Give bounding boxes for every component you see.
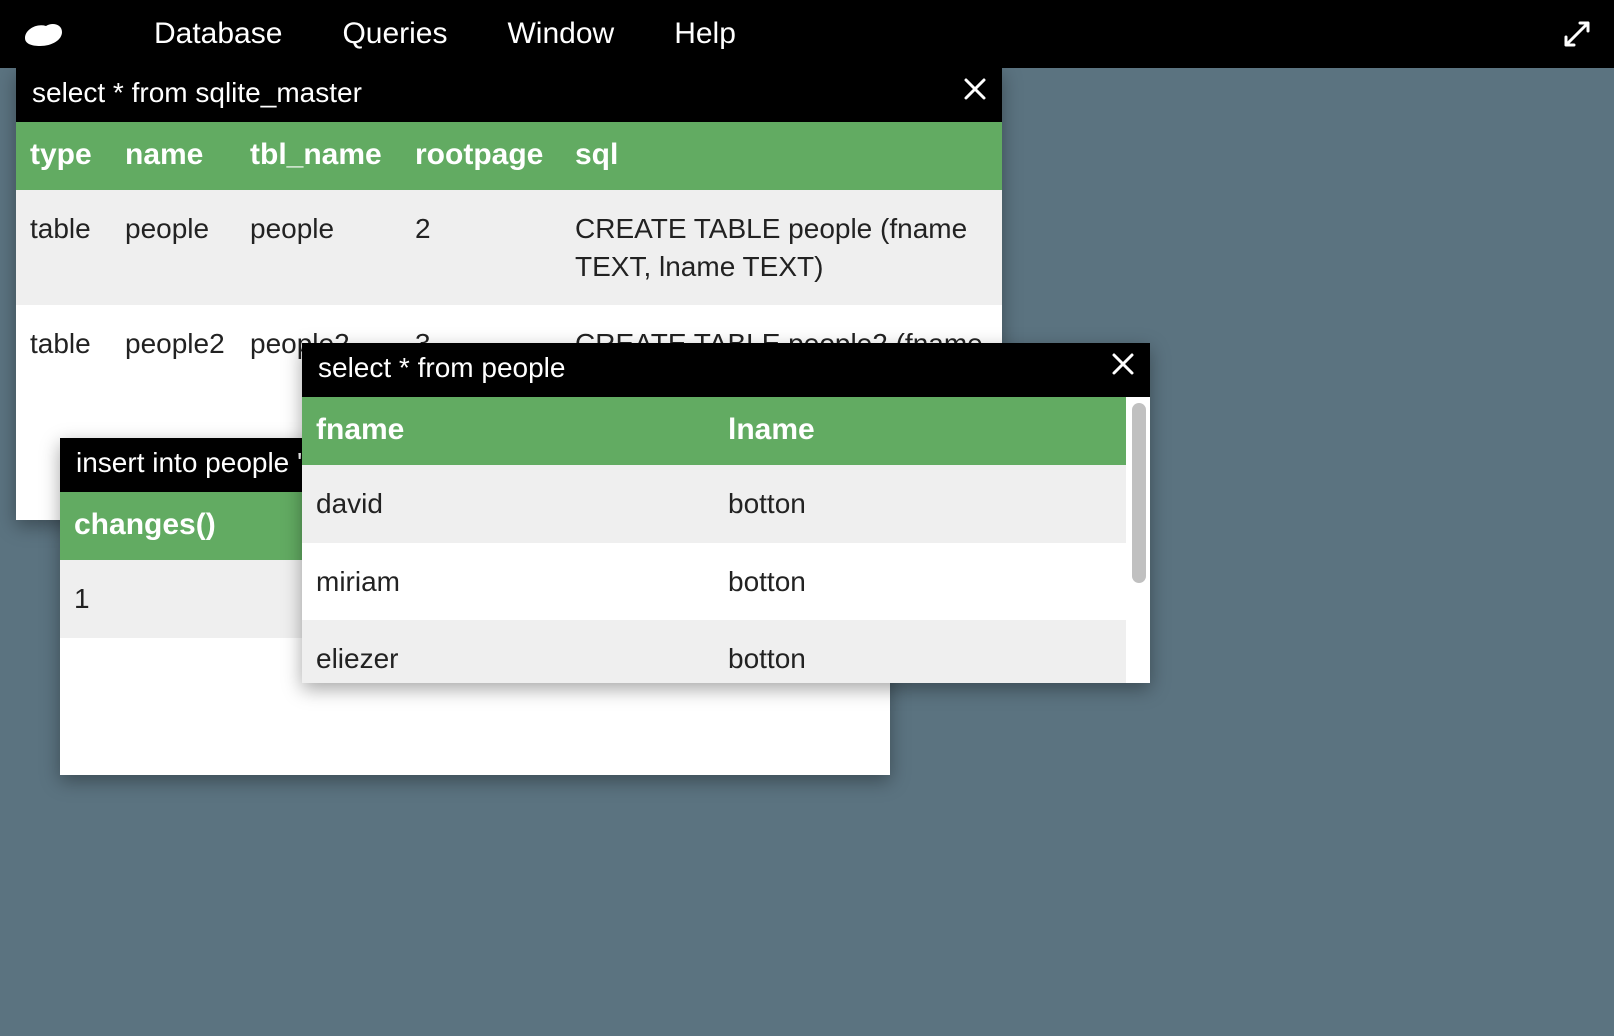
close-icon[interactable] [962,76,988,102]
panel-titlebar[interactable]: select * from sqlite_master [16,68,1002,122]
cell: miriam [302,543,714,621]
col-fname[interactable]: fname [302,397,714,465]
table-header-row: fname lname [302,397,1126,465]
col-type[interactable]: type [16,122,111,190]
cell: eliezer [302,620,714,683]
menu-queries[interactable]: Queries [342,17,447,51]
cell: botton [714,543,1126,621]
results-table: fname lname david botton miriam botton e… [302,397,1126,683]
menu-database[interactable]: Database [154,17,282,51]
col-tblname[interactable]: tbl_name [236,122,401,190]
table-row[interactable]: david botton [302,465,1126,543]
cell: table [16,190,111,306]
table-header-row: type name tbl_name rootpage sql [16,122,1002,190]
cell: people [111,190,236,306]
col-sql[interactable]: sql [561,122,1002,190]
cell: 2 [401,190,561,306]
close-icon[interactable] [1110,351,1136,377]
app-logo-icon [22,20,64,48]
menu-help[interactable]: Help [674,17,736,51]
scrollbar[interactable] [1132,403,1146,583]
panel-title: select * from people [318,352,565,383]
cell: people2 [111,305,236,421]
cell: botton [714,620,1126,683]
col-name[interactable]: name [111,122,236,190]
panel-titlebar[interactable]: select * from people [302,343,1150,397]
menu-bar: Database Queries Window Help [0,0,1614,68]
expand-icon[interactable] [1562,19,1592,49]
panel-body: fname lname david botton miriam botton e… [302,397,1150,683]
cell: people [236,190,401,306]
result-panel-people[interactable]: select * from people fname lname david b… [302,343,1150,683]
table-row[interactable]: eliezer botton [302,620,1126,683]
cell: david [302,465,714,543]
menu-window[interactable]: Window [507,17,614,51]
table-row[interactable]: miriam botton [302,543,1126,621]
table-row[interactable]: table people people 2 CREATE TABLE peopl… [16,190,1002,306]
cell: table [16,305,111,421]
panel-title: select * from sqlite_master [32,77,362,108]
cell: CREATE TABLE people (fname TEXT, lname T… [561,190,1002,306]
cell: botton [714,465,1126,543]
col-rootpage[interactable]: rootpage [401,122,561,190]
col-lname[interactable]: lname [714,397,1126,465]
